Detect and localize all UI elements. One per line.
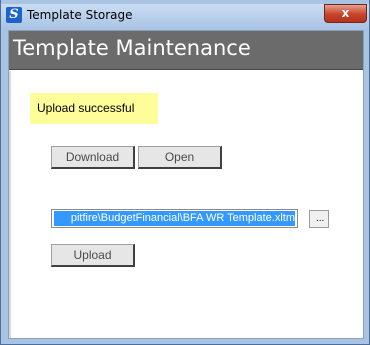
upload-button[interactable]: Upload: [51, 244, 135, 267]
left-divider: [9, 71, 11, 338]
status-message: Upload successful: [37, 101, 135, 115]
file-path-field[interactable]: pitfire\BudgetFinancial\BFA WR Template.…: [51, 209, 298, 228]
window-title: Template Storage: [27, 8, 133, 22]
download-button[interactable]: Download: [51, 146, 135, 169]
file-path-text: pitfire\BudgetFinancial\BFA WR Template.…: [70, 212, 295, 224]
open-button[interactable]: Open: [138, 146, 222, 169]
app-logo-icon: S: [6, 7, 22, 23]
client-area: Template Maintenance Upload successful D…: [8, 30, 364, 339]
close-button[interactable]: x: [324, 4, 367, 23]
status-banner: Upload successful: [30, 93, 158, 124]
template-storage-window: S Template Storage x Template Maintenanc…: [0, 0, 370, 345]
page-title: Template Maintenance: [13, 36, 251, 60]
title-bar[interactable]: S Template Storage x: [1, 4, 369, 30]
browse-button[interactable]: ...: [309, 210, 329, 228]
page-header: Template Maintenance: [9, 31, 363, 70]
file-path-selection: pitfire\BudgetFinancial\BFA WR Template.…: [54, 211, 295, 226]
